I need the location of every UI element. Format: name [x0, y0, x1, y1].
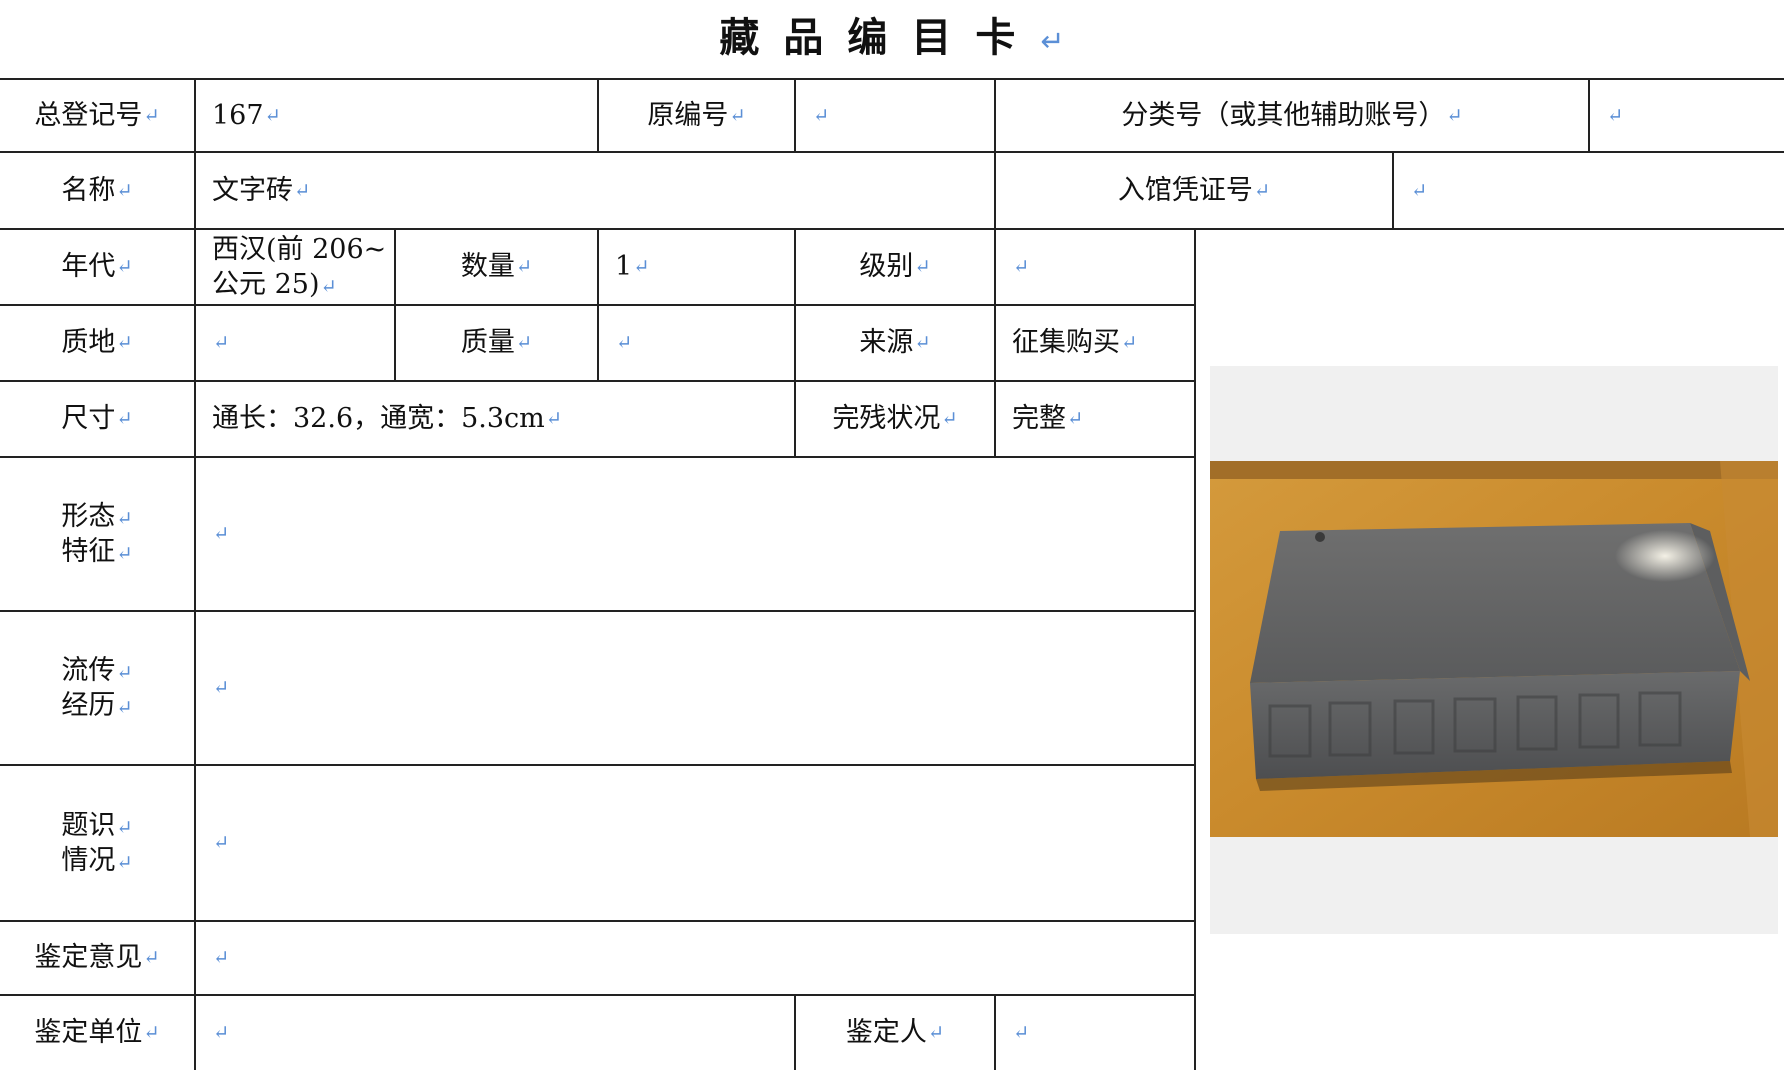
label-form-features: 形态↵ 特征↵: [61, 500, 133, 567]
quantity-field[interactable]: 1 ↵: [599, 230, 794, 304]
card-title: 藏品编目卡↵: [719, 15, 1065, 61]
label-material: 质地 ↵: [61, 327, 133, 359]
size-field[interactable]: 通长：32.6，通宽：5.3cm ↵: [196, 382, 794, 456]
label-condition: 完残状况 ↵: [832, 403, 958, 435]
label-source: 来源 ↵: [859, 327, 931, 359]
label-weight: 质量 ↵: [460, 327, 533, 359]
entry-voucher-field[interactable]: ↵: [1394, 153, 1784, 228]
appraiser-field[interactable]: ↵: [996, 996, 1194, 1070]
label-inscriptions: 题识↵ 情况↵: [61, 809, 133, 876]
era-line-1: 西汉(前 206~: [212, 233, 387, 265]
weight-field[interactable]: ↵: [599, 306, 794, 380]
label-registration-number: 总登记号 ↵: [34, 99, 160, 131]
label-original-number: 原编号 ↵: [647, 99, 746, 131]
source-field[interactable]: 征集购买 ↵: [996, 306, 1194, 380]
rule: [1194, 228, 1196, 1070]
label-appraiser: 鉴定人 ↵: [845, 1017, 945, 1049]
appraisal-unit-field[interactable]: ↵: [196, 996, 794, 1070]
registration-number-field[interactable]: 167 ↵: [196, 80, 597, 151]
grade-field[interactable]: ↵: [996, 230, 1194, 304]
label-era: 年代 ↵: [61, 251, 133, 283]
material-field[interactable]: ↵: [196, 306, 394, 380]
label-name: 名称 ↵: [61, 174, 133, 206]
label-entry-voucher: 入馆凭证号 ↵: [1117, 174, 1271, 206]
label-appraisal-unit: 鉴定单位 ↵: [34, 1017, 160, 1049]
name-field[interactable]: 文字砖 ↵: [196, 153, 994, 228]
classification-number-field[interactable]: ↵: [1590, 80, 1784, 151]
label-classification-number: 分类号（或其他辅助账号） ↵: [1121, 99, 1463, 131]
label-appraisal-opinion: 鉴定意见 ↵: [34, 942, 160, 974]
original-number-field[interactable]: ↵: [796, 80, 994, 151]
form-features-field[interactable]: ↵: [196, 458, 1194, 610]
era-line-2: 公元 25)↵: [212, 269, 337, 300]
inscriptions-field[interactable]: ↵: [196, 766, 1194, 920]
provenance-field[interactable]: ↵: [196, 612, 1194, 764]
brick-photo: [1210, 461, 1778, 837]
label-provenance: 流传↵ 经历↵: [61, 654, 133, 721]
appraisal-opinion-field[interactable]: ↵: [196, 922, 1194, 994]
label-quantity: 数量 ↵: [460, 251, 533, 283]
era-field[interactable]: 西汉(前 206~ 公元 25)↵: [196, 230, 394, 304]
label-size: 尺寸 ↵: [61, 403, 133, 435]
photo-frame[interactable]: [1210, 366, 1778, 934]
label-grade: 级别 ↵: [859, 251, 931, 283]
condition-field[interactable]: 完整 ↵: [996, 382, 1194, 456]
